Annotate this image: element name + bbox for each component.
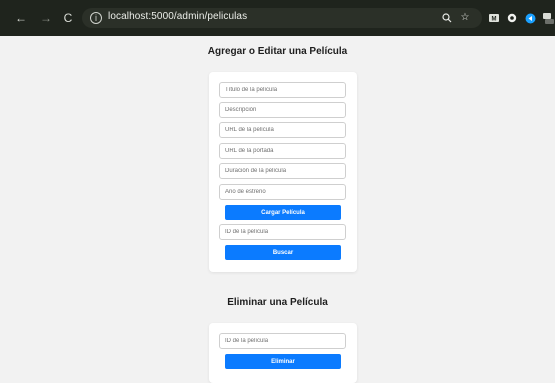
site-info-icon[interactable]: i [90,12,102,24]
search-icon[interactable] [441,12,453,24]
title-input[interactable] [219,82,346,98]
url-text[interactable]: localhost:5000/admin/peliculas [108,11,247,22]
submit-movie-button[interactable]: Cargar Película [225,205,341,220]
release-year-input[interactable] [219,184,346,200]
cover-url-input[interactable] [219,143,346,159]
back-button[interactable]: ← [12,9,30,27]
movie-id-search-input[interactable] [219,224,346,240]
svg-text:M: M [492,16,497,22]
description-input[interactable] [219,102,346,118]
delete-movie-card: Eliminar [209,323,357,383]
extension-circle-icon[interactable] [506,12,518,24]
edit-section-title: Agregar o Editar una Película [207,46,348,57]
extension-off-icon[interactable] [542,12,554,24]
duration-input[interactable] [219,163,346,179]
edit-movie-card: Cargar Película Buscar [209,72,357,272]
extension-m-icon[interactable]: M [488,12,500,24]
delete-section-title: Eliminar una Película [227,297,328,308]
browser-toolbar: ← → C i localhost:5000/admin/peliculas ☆… [0,0,555,36]
movie-url-input[interactable] [219,122,346,138]
reload-button[interactable]: C [59,9,77,27]
delete-id-input[interactable] [219,333,346,349]
delete-button[interactable]: Eliminar [225,354,341,369]
forward-button[interactable]: → [37,9,55,27]
extension-blue-icon[interactable] [524,12,536,24]
search-button[interactable]: Buscar [225,245,341,260]
star-icon[interactable]: ☆ [459,12,471,24]
